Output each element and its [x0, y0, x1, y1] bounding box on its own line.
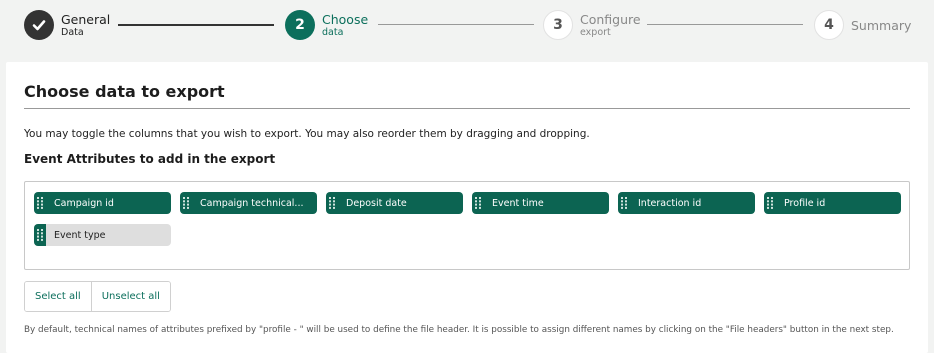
drag-handle-icon[interactable] [472, 192, 484, 214]
attribute-chip-deposit-date[interactable]: Deposit date [326, 192, 463, 214]
title-divider [24, 108, 910, 109]
chip-label: Campaign technical... [200, 197, 304, 209]
select-all-button[interactable]: Select all [25, 282, 91, 311]
attribute-chip-campaign-id[interactable]: Campaign id [34, 192, 171, 214]
attribute-chip-interaction-id[interactable]: Interaction id [618, 192, 755, 214]
attribute-chip-campaign-technical[interactable]: Campaign technical... [180, 192, 317, 214]
drag-handle-icon[interactable] [34, 224, 46, 246]
step-connector [378, 24, 534, 25]
chip-label: Event time [492, 197, 544, 209]
step-connector [118, 24, 274, 26]
choose-data-card: Choose data to export You may toggle the… [6, 62, 928, 353]
attribute-chip-profile-id[interactable]: Profile id [764, 192, 901, 214]
chip-label: Interaction id [638, 197, 702, 209]
step-summary[interactable]: 4 Summary [814, 10, 911, 40]
step-configure-export[interactable]: 3 Configure export [543, 10, 641, 40]
drag-handle-icon[interactable] [764, 192, 776, 214]
step-connector [647, 24, 803, 25]
attribute-chip-list: Campaign id Campaign technical... Deposi… [24, 181, 910, 270]
step-subtitle: data [322, 26, 344, 38]
section-title: Event Attributes to add in the export [24, 152, 276, 166]
instructions-text: You may toggle the columns that you wish… [24, 128, 590, 140]
attribute-chip-event-type[interactable]: Event type [34, 224, 171, 246]
step-title: Choose [322, 11, 369, 27]
step-title: Summary [851, 17, 912, 33]
export-stepper: General Data 2 Choose data 3 Configure e… [0, 0, 934, 50]
step-number: 2 [285, 10, 315, 40]
chip-label: Deposit date [346, 197, 407, 209]
step-number: 3 [543, 10, 573, 40]
step-title: Configure [580, 11, 641, 27]
step-choose-data[interactable]: 2 Choose data [285, 10, 368, 40]
step-done-check-icon [24, 10, 54, 40]
drag-handle-icon[interactable] [180, 192, 192, 214]
unselect-all-button[interactable]: Unselect all [90, 282, 170, 311]
chip-label: Event type [54, 229, 106, 241]
drag-handle-icon[interactable] [326, 192, 338, 214]
chip-label: Campaign id [54, 197, 114, 209]
drag-handle-icon[interactable] [618, 192, 630, 214]
step-subtitle: export [580, 26, 611, 38]
step-subtitle: Data [61, 26, 84, 38]
step-number: 4 [814, 10, 844, 40]
attribute-chip-event-time[interactable]: Event time [472, 192, 609, 214]
file-header-footnote: By default, technical names of attribute… [24, 325, 894, 335]
step-general[interactable]: General Data [24, 10, 110, 40]
drag-handle-icon[interactable] [34, 192, 46, 214]
step-title: General [61, 11, 111, 27]
chip-label: Profile id [784, 197, 826, 209]
page-title: Choose data to export [24, 82, 225, 101]
selection-button-group: Select all Unselect all [24, 281, 171, 312]
